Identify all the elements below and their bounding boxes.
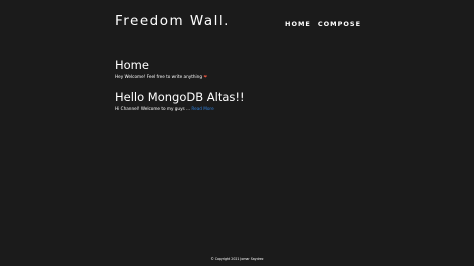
heart-icon: ❤ — [203, 74, 207, 79]
page-title: Home — [115, 58, 149, 72]
page: Freedom Wall. HOME COMPOSE Home Hey Welc… — [0, 0, 474, 266]
nav-compose-link[interactable]: COMPOSE — [318, 20, 361, 28]
top-nav: HOME COMPOSE — [285, 20, 361, 28]
intro-message: Hey Welcome! Feel free to write anything — [115, 74, 202, 79]
footer-copyright: © Copyright 2021 Jomar Saydrez — [210, 257, 264, 261]
post-excerpt: Hi Channel! Welcome to my guys ... — [115, 106, 191, 111]
post-item: Hello MongoDB Altas!! Hi Channel! Welcom… — [115, 90, 375, 112]
brand-title[interactable]: Freedom Wall. — [115, 13, 230, 29]
intro-text: Hey Welcome! Feel free to write anything… — [115, 74, 375, 80]
post-excerpt-line: Hi Channel! Welcome to my guys ... Read … — [115, 106, 375, 112]
nav-home-link[interactable]: HOME — [285, 20, 311, 28]
main-content: Home Hey Welcome! Feel free to write any… — [115, 58, 375, 112]
post-title: Hello MongoDB Altas!! — [115, 90, 245, 104]
read-more-link[interactable]: Read More — [191, 106, 213, 111]
